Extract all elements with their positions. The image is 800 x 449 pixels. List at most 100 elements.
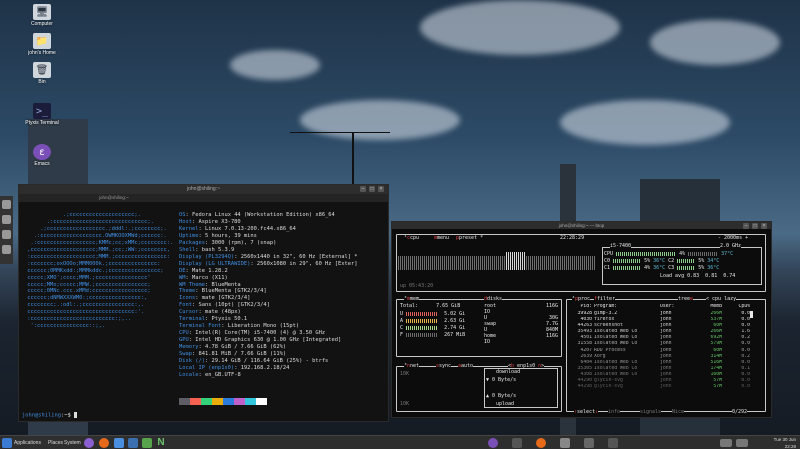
close-icon[interactable]: × (378, 186, 384, 192)
files-icon[interactable] (114, 438, 124, 448)
desktop-icon-computer[interactable]: 🖥 Computer (14, 4, 70, 27)
proc-cell-cpu: 0.0 (741, 384, 750, 390)
minimize-icon[interactable]: – (743, 222, 749, 229)
taskbar-firefox-window[interactable] (536, 438, 546, 448)
date: Tue 30 Jun (773, 437, 796, 442)
disks-list: root 116G IO U 30G swap 7.7G U 840M home 116G IO (484, 303, 558, 345)
text-cursor (73, 412, 77, 418)
info-line: Font: Sans (10pt) [GTK2/3/4] (179, 302, 270, 309)
taskbar-screenshot-window[interactable] (584, 438, 594, 448)
system-menu[interactable]: System (64, 436, 81, 449)
proc-column-header[interactable]: Program: (594, 304, 660, 310)
nice-hint[interactable]: Nice (672, 409, 685, 415)
menu-label[interactable]: mmenu (434, 235, 450, 241)
dock-icon[interactable] (2, 215, 11, 224)
info-value: mate (48px) (204, 309, 241, 316)
crane-arm (290, 132, 390, 133)
info-key: Theme (179, 288, 196, 295)
dock-icon[interactable] (2, 245, 11, 254)
maximize-icon[interactable]: □ (369, 186, 375, 192)
mem-row-cached: C 2.74 Gi (400, 325, 466, 331)
dock-icon[interactable] (2, 230, 11, 239)
signals-hint[interactable]: signals (640, 409, 662, 415)
cpu-core-row: C0 5% 36°C C2 5% 34°C (604, 258, 720, 264)
network-icon[interactable] (720, 439, 732, 447)
update-interval[interactable]: - 2000ms + (718, 235, 749, 241)
proc-row[interactable]: 44298 glycin-svg john 57M 0.0 (570, 384, 760, 390)
prompt-path: :~$ (60, 412, 74, 419)
logo-line: .:cccccccccccccccccc;KMMc;cc;xMMc;cccccc… (24, 239, 174, 246)
clock-applet[interactable]: Tue 30 Jun 22:28 (760, 436, 796, 449)
firefox-icon[interactable] (99, 438, 109, 448)
info-value: 2560x1440 in 32", 60 Hz [External] * (240, 253, 358, 260)
info-key: Terminal (179, 316, 205, 323)
proc-column-header[interactable]: MemB (694, 304, 724, 310)
logo-line: .;cccccccccccccccccc.;dddl:.;cccccccc;. (24, 225, 167, 232)
tree-toggle[interactable]: treee (678, 296, 694, 302)
info-key: Disk (/) (179, 358, 205, 365)
places-menu[interactable]: Places (48, 436, 63, 449)
proc-column-header[interactable]: Cpu% (724, 304, 752, 310)
preset-label[interactable]: ppreset * (456, 235, 484, 241)
taskbar-terminal-window[interactable] (608, 438, 618, 448)
dock-icon[interactable] (2, 200, 11, 209)
info-key: GPU (179, 337, 189, 344)
terminal-tab[interactable]: john@shiling:~ (99, 195, 129, 200)
proc-header-row: Pid: Program: User: MemB Cpu% (570, 304, 760, 310)
info-key: CPU (179, 330, 189, 337)
info-value: Intel(R) Core(TM) i5-7400 (4) @ 3.50 GHz (195, 330, 326, 337)
desktop-icon-emacs[interactable]: ε Emacs (14, 144, 70, 167)
taskbar-gimp-window[interactable] (560, 438, 570, 448)
desktop-icon-terminal[interactable]: >_ Ptyxis Terminal (14, 103, 70, 126)
info-hint[interactable]: info (608, 409, 621, 415)
info-value: 2560x1080 in 29", 60 Hz [Exter] (256, 260, 358, 267)
proc-column-header[interactable]: Pid: (570, 304, 594, 310)
mem-row-used: U 5.02 Gi (400, 311, 466, 317)
disks-title: ddisks (484, 296, 503, 302)
minimize-icon[interactable]: – (360, 186, 366, 192)
cpu-model: i5-7400 (610, 243, 632, 249)
window-title: john@shiling:~ — btop (558, 223, 605, 228)
volume-icon[interactable] (736, 439, 748, 447)
info-line: Host: Aspire X3-780 (179, 218, 241, 225)
desktop-icon-label: Emacs (34, 161, 50, 167)
n-app-icon[interactable]: N (156, 438, 166, 448)
applications-menu[interactable]: Applications (14, 436, 41, 449)
proc-cell-user: john (660, 384, 672, 390)
cpu-box-title: ¹ccpu (404, 235, 420, 241)
info-line: WM Theme: BlueMenta (179, 281, 241, 288)
proc-scrollbar[interactable] (750, 311, 753, 318)
logo-line: ,cccccccccccccccccccc;MMM.;cc;;WW:;ccccc… (24, 246, 171, 253)
info-value: Liberation Mono (15pt) (227, 323, 300, 330)
clock: 22:28:29 (560, 235, 585, 241)
taskbar-emacs-window[interactable] (488, 438, 498, 448)
emacs-icon[interactable] (84, 438, 94, 448)
close-icon[interactable]: × (761, 222, 767, 229)
info-value: 3000 (rpm), 7 (snap) (211, 239, 277, 246)
spreadsheet-icon[interactable] (142, 438, 152, 448)
info-line: Shell: bash 5.3.9 (179, 246, 235, 253)
mate-menu-icon[interactable] (2, 438, 12, 448)
cloud (420, 0, 620, 55)
info-line: Terminal: Ptyxis 50.1 (179, 316, 248, 323)
info-value: Aspire X3-780 (198, 218, 241, 225)
info-key: WM Theme (179, 281, 205, 288)
desktop-icon-bin[interactable]: 🗑 Bin (14, 62, 70, 85)
proc-box-title: ⁴pproc (572, 296, 591, 302)
select-hint[interactable]: ↑select↓ (574, 409, 599, 415)
proc-column-header[interactable]: User: (660, 304, 694, 310)
shell-prompt[interactable]: john@shiling:~$ (22, 412, 77, 419)
maximize-icon[interactable]: □ (752, 222, 758, 229)
desktop-icon-home[interactable]: 📁 john's Home (14, 33, 70, 56)
sync-toggle[interactable]: ssync (436, 363, 452, 369)
auto-toggle[interactable]: aauto (458, 363, 474, 369)
libreoffice-icon[interactable] (128, 438, 138, 448)
filter-input[interactable]: ffilter (594, 296, 616, 302)
proc-list: 39928 gimp-3.2 john 266M 0.0 4030 firefox john 5… (570, 311, 760, 390)
terminal-titlebar[interactable]: john@shiling:~ — btop – □ × (392, 222, 771, 229)
logo-line: ccccc;0MNc.ccc.xMMd;ccccccccccccccccc; (24, 288, 151, 295)
taskbar-terminal-window[interactable] (512, 438, 522, 448)
cpu-graph-spike (506, 252, 526, 270)
sort-selector[interactable]: < cpu lazy (706, 296, 737, 302)
terminal-titlebar[interactable]: john@shiling:~ – □ × (19, 185, 388, 194)
